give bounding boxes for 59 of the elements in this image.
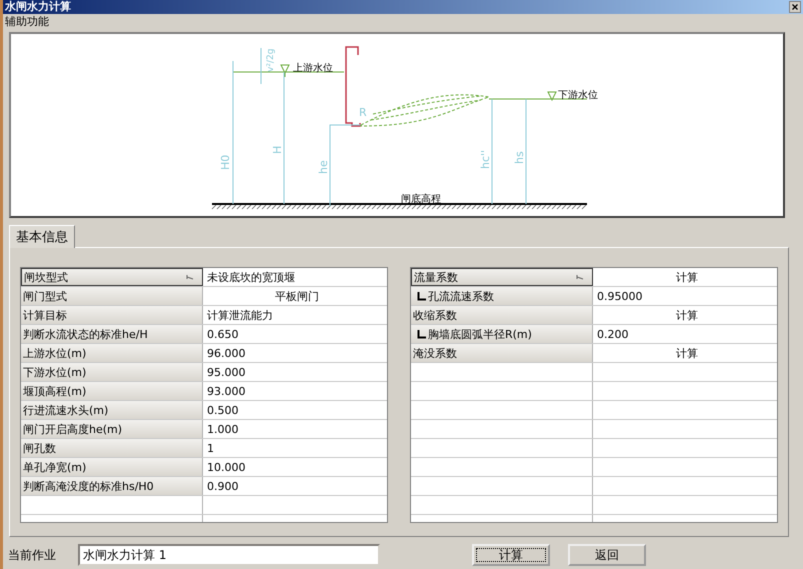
tree-corner-icon — [417, 291, 426, 301]
property-label-cell[interactable]: 孔流流速系数 — [411, 287, 593, 305]
property-value-cell[interactable]: 计算 — [593, 344, 777, 362]
property-label-cell[interactable]: 闸孔数 — [21, 439, 203, 457]
job-name-field[interactable]: 水闸水力计算 1 — [78, 544, 380, 566]
dimension-line — [260, 48, 262, 84]
property-value-cell[interactable]: 95.000 — [203, 363, 387, 381]
property-value-cell[interactable]: 1 — [203, 439, 387, 457]
property-value-cell[interactable]: 未设底坎的宽顶堰 — [203, 268, 387, 286]
water-level-marker-icon — [547, 92, 557, 102]
property-value-cell[interactable]: 0.650 — [203, 325, 387, 343]
property-value-cell[interactable]: 0.900 — [203, 477, 387, 495]
property-label-cell[interactable]: 堰顶高程(m) — [21, 382, 203, 400]
water-level-label: 下游水位 — [558, 90, 598, 101]
property-value-cell[interactable]: 0.500 — [203, 401, 387, 419]
dimension-label: hs — [513, 151, 526, 164]
menu-item[interactable]: 辅助功能 — [5, 14, 49, 29]
property-value-cell[interactable]: 计算 — [593, 268, 777, 286]
property-label-cell[interactable]: 下游水位(m) — [21, 363, 203, 381]
property-value-cell[interactable]: 计算 — [593, 306, 777, 324]
property-label-cell[interactable]: 收缩系数 — [411, 306, 593, 324]
property-label-cell[interactable]: 行进流速水头(m) — [21, 401, 203, 419]
action-button[interactable]: 计算 — [472, 544, 550, 566]
property-value-cell[interactable]: 96.000 — [203, 344, 387, 362]
property-value-cell[interactable]: 1.000 — [203, 420, 387, 438]
property-label-cell[interactable]: 上游水位(m) — [21, 344, 203, 362]
window-title: 水闸水力计算 — [5, 1, 71, 13]
property-value-cell[interactable]: 平板闸门 — [203, 287, 387, 305]
property-label-cell[interactable]: 胸墙底圆弧半径R(m) — [411, 325, 593, 343]
bed-level-label: 闸底高程 — [401, 194, 441, 205]
expand-icon[interactable] — [576, 274, 584, 280]
property-label-cell[interactable]: 判断高淹没度的标准hs/H0 — [21, 477, 203, 495]
property-label-cell[interactable]: 计算目标 — [21, 306, 203, 324]
dimension-label: H0 — [219, 154, 232, 170]
velocity-head-label: v²/2g — [266, 48, 276, 72]
action-button[interactable]: 返回 — [568, 544, 646, 566]
property-label-cell[interactable]: 闸门开启高度he(m) — [21, 420, 203, 438]
dimension-label: hc'' — [479, 150, 492, 169]
property-label-cell[interactable]: 单孔净宽(m) — [21, 458, 203, 476]
property-label-cell[interactable]: 闸坎型式 — [21, 268, 203, 286]
property-label-cell[interactable]: 判断水流状态的标准he/H — [21, 325, 203, 343]
property-value-cell[interactable]: 93.000 — [203, 382, 387, 400]
dimension-label: H — [271, 146, 284, 154]
expand-icon[interactable] — [186, 274, 194, 280]
property-value-cell[interactable]: 0.95000 — [593, 287, 777, 305]
close-icon[interactable] — [789, 1, 801, 13]
tab[interactable]: 基本信息 — [9, 225, 75, 248]
tree-corner-icon — [417, 329, 426, 339]
dimension-label: he — [317, 160, 330, 174]
property-label-cell[interactable]: 淹没系数 — [411, 344, 593, 362]
water-level-label: 上游水位 — [293, 63, 333, 74]
property-label-cell[interactable]: 流量系数 — [411, 268, 593, 286]
water-level-marker-icon — [280, 64, 290, 78]
job-label: 当前作业 — [8, 546, 57, 564]
property-value-cell[interactable]: 计算泄流能力 — [203, 306, 387, 324]
property-label-cell[interactable]: 闸门型式 — [21, 287, 203, 305]
property-value-cell[interactable]: 0.200 — [593, 325, 777, 343]
property-value-cell[interactable]: 10.000 — [203, 458, 387, 476]
radius-label: R — [359, 106, 367, 119]
